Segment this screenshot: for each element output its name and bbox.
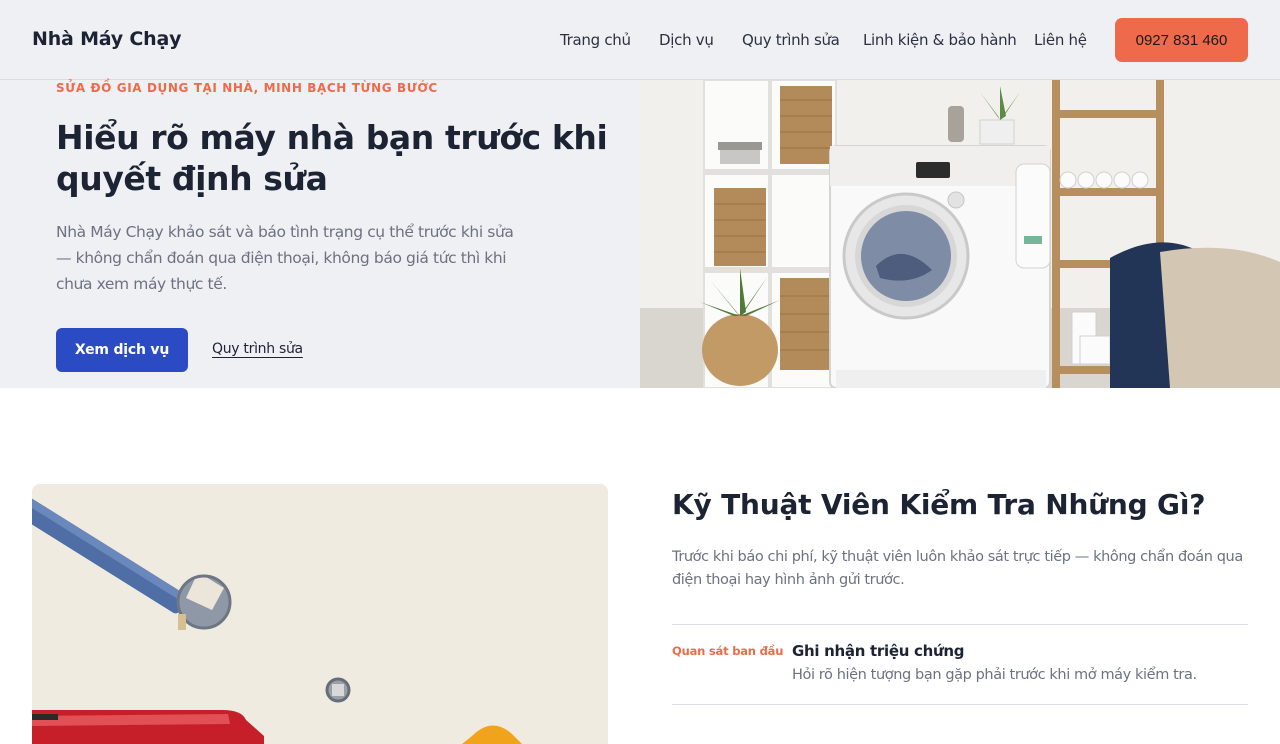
tools-image	[32, 484, 608, 744]
nav-repair-process[interactable]: Quy trình sửa	[742, 31, 840, 49]
nav-parts-warranty[interactable]: Linh kiện & bảo hành	[863, 31, 1017, 49]
step-divider	[672, 704, 1248, 705]
repair-process-link[interactable]: Quy trình sửa	[212, 341, 303, 357]
section-description: Trước khi báo chi phí, kỹ thuật viên luô…	[672, 549, 1243, 588]
view-services-button[interactable]: Xem dịch vụ	[56, 328, 188, 372]
step-description: Hỏi rõ hiện tượng bạn gặp phải trước khi…	[792, 667, 1197, 683]
nav-contact[interactable]: Liên hệ	[1034, 31, 1087, 49]
hero-title: Hiểu rõ máy nhà bạn trước khi quyết định…	[56, 118, 608, 198]
nav-services[interactable]: Dịch vụ	[659, 31, 714, 49]
hero-laundry-image	[640, 80, 1280, 388]
hero-description: Nhà Máy Chạy khảo sát và báo tình trạng …	[56, 223, 514, 293]
site-header: Nhà Máy Chạy Trang chủ Dịch vụ Quy trình…	[0, 0, 1280, 80]
phone-call-button[interactable]: 0927 831 460	[1115, 18, 1248, 62]
site-logo[interactable]: Nhà Máy Chạy	[32, 28, 181, 50]
hero-eyebrow: SỬA ĐỒ GIA DỤNG TẠI NHÀ, MINH BẠCH TỪNG …	[56, 81, 438, 95]
step-title: Ghi nhận triệu chứng	[792, 642, 965, 660]
section-divider	[672, 624, 1248, 625]
nav-home[interactable]: Trang chủ	[560, 31, 631, 49]
section-title: Kỹ Thuật Viên Kiểm Tra Những Gì?	[672, 488, 1206, 521]
step-tag: Quan sát ban đầu	[672, 644, 784, 658]
